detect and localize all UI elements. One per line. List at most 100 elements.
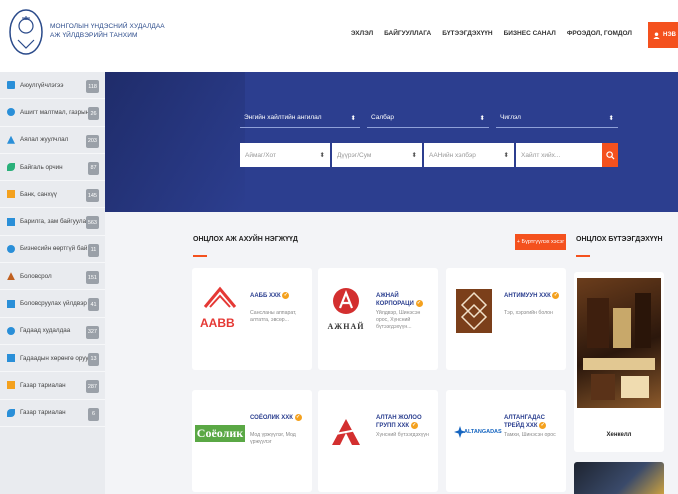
company-desc: Хүнсний бүтээгдэхүүн <box>376 432 429 438</box>
sidebar-item[interactable]: Ашигт малтмал, газрын... 26 <box>0 99 105 127</box>
sidebar-item[interactable]: Газар тариалан 6 <box>0 400 105 427</box>
province-select-value: Аймаг/Хот <box>245 151 276 159</box>
sector-select-value: Салбар <box>371 114 394 121</box>
chevron-icon: ⬍ <box>411 152 417 159</box>
company-logo <box>324 404 368 462</box>
count-badge: 203 <box>85 134 99 148</box>
verified-icon: ✓ <box>415 300 423 307</box>
category-icon <box>7 326 15 335</box>
org-logo-icon[interactable] <box>8 8 44 56</box>
count-badge: 13 <box>88 352 99 366</box>
sidebar-item[interactable]: Гадаадын хөрөнгө оруу... 13 <box>0 345 105 373</box>
sidebar-item[interactable]: Байгаль орчин 87 <box>0 154 105 182</box>
sidebar-item-label: Газар тариалан <box>20 409 66 417</box>
sidebar-item[interactable]: Бизнесийн өөртгүй бай... 11 <box>0 236 105 264</box>
sidebar-item-label: Барилга, зам байгууламж <box>20 218 90 226</box>
sidebar-item-label: Бизнесийн өөртгүй бай... <box>20 245 90 253</box>
category-icon <box>7 163 15 172</box>
sidebar-item[interactable]: Аюулгүйчлэгээ 118 <box>0 72 105 100</box>
hero-search-banner <box>105 72 678 212</box>
company-desc: Тэр, хэрэгийн болон <box>504 310 553 316</box>
sidebar-item-label: Ашигт малтмал, газрын... <box>20 108 90 116</box>
product-card-partial[interactable] <box>574 462 664 494</box>
search-button[interactable] <box>602 143 618 167</box>
org-name[interactable]: МОНГОЛЫН ҮНДЭСНИЙ ХУДАЛДАА АЖ ҮЙЛДВЭРИЙН… <box>50 22 165 40</box>
company-desc: Үйлдвэр, Шинэсэн орос, Хүнсний бүтээгдэх… <box>376 310 421 330</box>
main-nav: ЭХЛЭЛ БАЙГУУЛЛАГА БҮТЭЭГДЭХҮҮН БИЗНЕС СА… <box>351 30 632 37</box>
search-placeholder: Хайлт хийх... <box>521 151 561 159</box>
nav-organizations[interactable]: БАЙГУУЛЛАГА <box>384 30 431 37</box>
sidebar-item[interactable]: Банк, санхүү 145 <box>0 181 105 209</box>
nav-business-offers[interactable]: БИЗНЕС САНАЛ <box>504 30 556 37</box>
company-desc: Тамхи, Шинэсэн орос <box>504 432 556 438</box>
company-desc: Мод үржүүлэг, Мод үржүүлэг <box>250 432 296 445</box>
company-card[interactable]: Соёолик СОЁОЛИК ХХК ✓ Мод үржүүлэг, Мод … <box>192 390 312 492</box>
product-image <box>577 278 661 408</box>
count-badge: 41 <box>88 298 99 312</box>
category-icon <box>7 108 15 117</box>
nav-products[interactable]: БҮТЭЭГДЭХҮҮН <box>442 30 492 37</box>
count-badge: 26 <box>88 107 99 121</box>
count-badge: 287 <box>85 380 99 394</box>
sidebar-item-label: Гадаадын хөрөнгө оруу... <box>20 354 90 362</box>
province-select[interactable]: Аймаг/Хот ⬍ <box>240 143 330 167</box>
company-logo: ALTANGADAS <box>452 404 502 462</box>
company-desc: Сансланы аппарат, алтатга, эвсөр... <box>250 310 297 323</box>
company-card[interactable]: ALTANGADAS АЛТАНГАДАС ТРЕЙД ХХК ✓ Тамхи,… <box>446 390 566 492</box>
register-button[interactable]: + Бүртгүүлэх хэсэг <box>515 234 566 250</box>
nav-complaints[interactable]: ФРОЭДОЛ, ГОМДОЛ <box>567 30 632 37</box>
count-badge: 6 <box>88 407 99 421</box>
company-name[interactable]: АНТИМУУН ХХК <box>504 293 551 299</box>
district-select-value: Дүүрэг/Сум <box>337 151 372 159</box>
product-card[interactable]: Хенкелл <box>574 272 664 452</box>
company-logo-text: AABB <box>200 316 235 330</box>
category-icon <box>7 135 15 144</box>
chevron-icon: ⬍ <box>503 152 509 159</box>
sidebar-item[interactable]: Боловсруулах үйлдвэр 41 <box>0 290 105 318</box>
product-name[interactable]: Хенкелл <box>574 432 664 438</box>
district-select[interactable]: Дүүрэг/Сум ⬍ <box>332 143 422 167</box>
verified-icon: ✓ <box>294 414 302 421</box>
company-card[interactable]: AABB ААББ ХХК ✓ Сансланы аппарат, алтатг… <box>192 268 312 370</box>
category-icon <box>7 299 15 308</box>
login-button[interactable]: НЭВ <box>648 22 678 48</box>
company-logo-text: Соёолик <box>194 424 246 442</box>
direction-select[interactable]: Чиглэл ⬍ <box>496 108 618 128</box>
org-name-line2: АЖ ҮЙЛДВЭРИЙН ТАНХИМ <box>50 32 138 39</box>
category-icon <box>7 354 15 363</box>
company-logo-text: ALTANGADAS <box>464 429 502 435</box>
featured-companies-title: ОНЦЛОХ АЖ АХУЙН НЭГЖҮҮД <box>193 236 298 243</box>
company-card[interactable]: АНТИМУУН ХХК ✓ Тэр, хэрэгийн болон <box>446 268 566 370</box>
sidebar-item[interactable]: Газар тариалан 287 <box>0 372 105 400</box>
category-icon <box>7 244 15 253</box>
sidebar-item[interactable]: Барилга, зам байгууламж 563 <box>0 208 105 236</box>
company-card[interactable]: АЛТАН ЖОЛОО ГРУПП ХХК ✓ Хүнсний бүтээгдэ… <box>318 390 438 492</box>
count-badge: 327 <box>85 325 99 339</box>
org-name-line1: МОНГОЛЫН ҮНДЭСНИЙ ХУДАЛДАА <box>50 23 165 30</box>
sidebar-item-label: Гадаад худалдаа <box>20 327 71 335</box>
company-logo: AABB <box>198 282 242 340</box>
category-icon <box>7 272 15 281</box>
sector-select[interactable]: Салбар ⬍ <box>367 108 489 128</box>
user-icon <box>653 31 660 39</box>
count-badge: 145 <box>85 189 99 203</box>
search-input[interactable]: Хайлт хийх... <box>516 143 602 167</box>
sidebar-item[interactable]: Аялал жуулчлал 203 <box>0 127 105 154</box>
sidebar-item[interactable]: Гадаад худалдаа 327 <box>0 318 105 345</box>
search-icon <box>605 150 615 160</box>
company-card[interactable]: АЖНАЙ АЖНАЙ КОРПОРАЦИ ✓ Үйлдвэр, Шинэсэн… <box>318 268 438 370</box>
company-name[interactable]: СОЁОЛИК ХХК <box>250 415 293 421</box>
count-badge: 563 <box>85 216 99 230</box>
entity-type-select[interactable]: ААНийн хэлбэр ⬍ <box>424 143 514 167</box>
company-name[interactable]: ААББ ХХК <box>250 293 281 299</box>
sidebar-item[interactable]: Боловсрол 151 <box>0 263 105 291</box>
company-name[interactable]: АЖНАЙ КОРПОРАЦИ <box>376 293 414 307</box>
verified-icon: ✓ <box>410 422 418 429</box>
entity-type-select-value: ААНийн хэлбэр <box>429 151 476 159</box>
antimuun-logo-icon <box>456 289 492 333</box>
category-select[interactable]: Энгийн хайлтийн ангилал ⬍ <box>240 108 360 128</box>
nav-home[interactable]: ЭХЛЭЛ <box>351 30 373 37</box>
verified-icon: ✓ <box>539 422 547 429</box>
sidebar-item-label: Аялал жуулчлал <box>20 136 69 144</box>
sidebar-item-label: Аюулгүйчлэгээ <box>20 81 64 89</box>
